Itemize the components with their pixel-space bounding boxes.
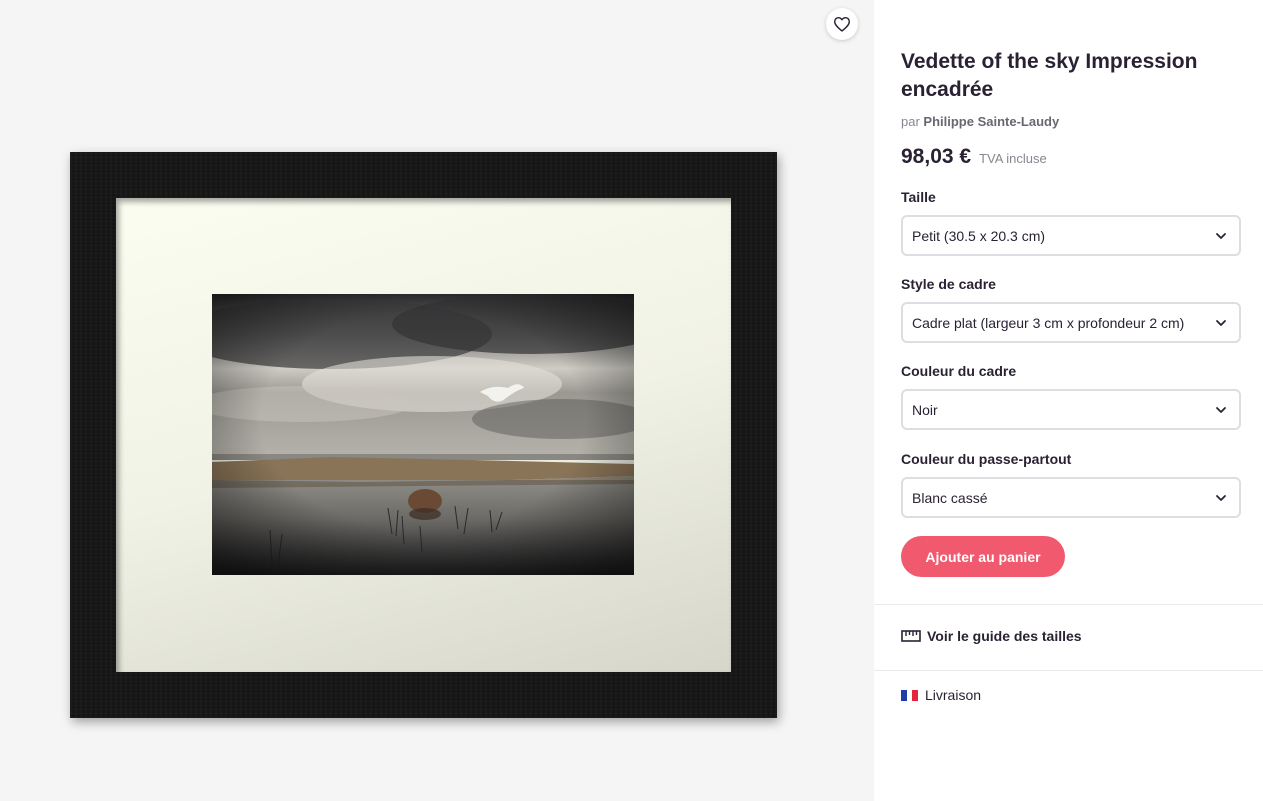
chevron-down-icon — [1216, 495, 1226, 501]
chevron-down-icon — [1216, 233, 1226, 239]
price: 98,03 € — [901, 145, 972, 168]
product-details-panel: Vedette of the sky Impression encadrée p… — [874, 0, 1263, 801]
ruler-icon — [901, 630, 921, 642]
chevron-down-icon — [1216, 320, 1226, 326]
mat-color-select-value: Blanc cassé — [912, 489, 988, 506]
size-select[interactable]: Petit (30.5 x 20.3 cm) — [901, 215, 1241, 256]
product-title: Vedette of the sky Impression encadrée — [901, 50, 1198, 101]
mat-color-select[interactable]: Blanc cassé — [901, 477, 1241, 518]
frame-style-select-value: Cadre plat (largeur 3 cm x profondeur 2 … — [912, 314, 1185, 331]
shipping-link[interactable]: Livraison — [901, 687, 981, 703]
passe-partout-mat — [116, 198, 731, 672]
chevron-down-icon — [1216, 407, 1226, 413]
divider — [874, 604, 1263, 605]
artist-name[interactable]: Philippe Sainte-Laudy — [923, 114, 1059, 129]
france-flag-icon — [901, 689, 919, 701]
frame-style-select[interactable]: Cadre plat (largeur 3 cm x profondeur 2 … — [901, 302, 1241, 343]
mat-color-label: Couleur du passe-partout — [901, 451, 1072, 467]
price-row: 98,03 € TVA incluse — [901, 145, 1047, 169]
shipping-label: Livraison — [925, 687, 982, 703]
framed-print-preview — [70, 152, 777, 718]
divider — [874, 670, 1263, 671]
artist-prefix: par — [901, 114, 920, 129]
artist-credit: par Philippe Sainte-Laudy — [901, 114, 1059, 129]
heart-icon — [834, 16, 850, 32]
size-select-value: Petit (30.5 x 20.3 cm) — [912, 227, 1046, 244]
add-to-cart-button[interactable]: Ajouter au panier — [901, 536, 1065, 577]
frame-color-select[interactable]: Noir — [901, 389, 1241, 430]
frame-color-select-value: Noir — [912, 401, 938, 418]
tax-note: TVA incluse — [979, 151, 1047, 166]
frame-color-label: Couleur du cadre — [901, 363, 1017, 379]
size-guide-link[interactable]: Voir le guide des tailles — [901, 628, 1082, 644]
size-label: Taille — [901, 189, 936, 205]
favorite-button[interactable] — [826, 8, 858, 40]
size-guide-label: Voir le guide des tailles — [927, 628, 1082, 644]
frame-style-label: Style de cadre — [901, 276, 996, 292]
product-gallery — [0, 0, 874, 801]
artwork-photo — [212, 294, 634, 575]
